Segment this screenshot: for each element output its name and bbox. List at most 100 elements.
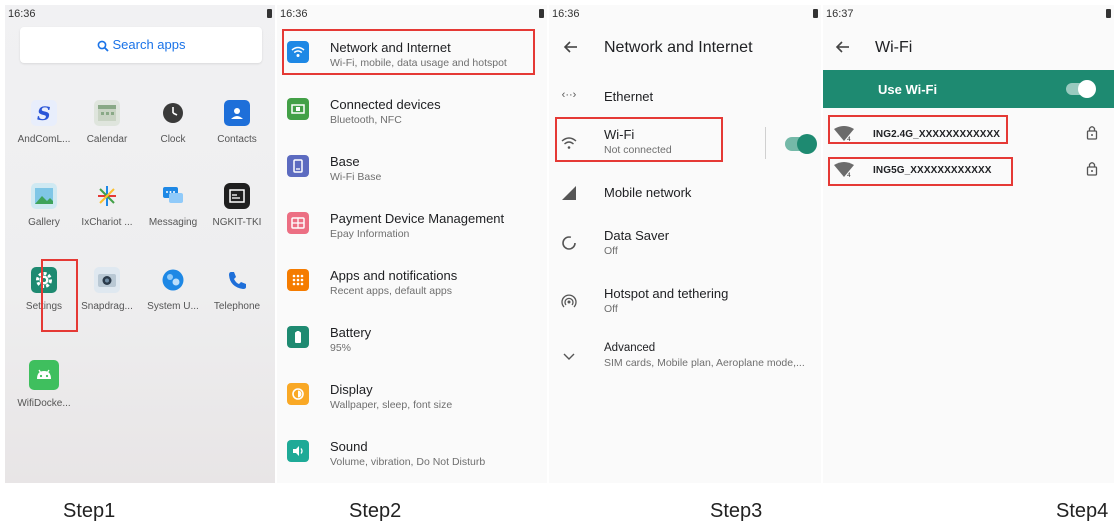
settings-item-subtitle: Bluetooth, NFC — [330, 114, 402, 126]
network-item-data-saver[interactable]: Data Saver Off — [549, 219, 821, 267]
highlight-wifi — [555, 117, 723, 162]
settings-item-subtitle: Recent apps, default apps — [330, 285, 453, 297]
app-ngkit-tki[interactable]: NGKIT-TKI — [207, 183, 267, 228]
app-label: WifiDocke... — [17, 398, 71, 409]
back-arrow-icon[interactable] — [835, 39, 851, 60]
app-clock[interactable]: Clock — [143, 100, 203, 145]
data-saver-icon — [559, 233, 579, 253]
app-label: Contacts — [217, 134, 257, 145]
device-icon — [287, 155, 309, 177]
settings-item-title: Base — [330, 154, 360, 169]
app-wifidocker[interactable]: WifiDocke... — [14, 360, 74, 409]
brightness-icon — [287, 383, 309, 405]
andcoml-app-icon: S — [31, 100, 57, 126]
settings-item-base[interactable]: Base Wi-Fi Base — [277, 141, 547, 197]
network-item-title: Ethernet — [604, 89, 654, 104]
app-calendar[interactable]: Calendar — [77, 100, 137, 145]
back-arrow-icon[interactable] — [563, 39, 579, 60]
chevron-down-icon — [559, 347, 579, 367]
network-item-advanced[interactable]: Advanced SIM cards, Mobile plan, Aeropla… — [549, 333, 821, 379]
messaging-app-icon — [160, 183, 186, 209]
settings-item-title: Sound — [330, 439, 368, 454]
step-caption-3: Step3 — [710, 500, 763, 522]
payment-icon — [287, 212, 309, 234]
network-item-subtitle: Off — [604, 303, 618, 315]
wifi-screen: 16:37 Wi-Fi Use Wi-Fi 4 ING2.4G_XXXXXXXX… — [823, 5, 1114, 483]
svg-text:S: S — [37, 103, 51, 124]
app-snapdragon[interactable]: Snapdrag... — [77, 267, 137, 312]
connected-devices-icon — [287, 98, 309, 120]
status-time: 16:36 — [8, 8, 36, 20]
highlight-network — [282, 29, 535, 75]
use-wifi-label: Use Wi-Fi — [878, 82, 938, 97]
gallery-app-icon — [31, 183, 57, 209]
app-andcoml[interactable]: S AndComL... — [14, 100, 74, 145]
network-item-ethernet[interactable]: ‹··› Ethernet — [549, 77, 821, 113]
status-bar: 16:36 — [277, 5, 547, 23]
app-contacts[interactable]: Contacts — [207, 100, 267, 145]
search-apps-label: Search apps — [112, 37, 186, 52]
app-ixchariot[interactable]: IxChariot ... — [77, 183, 137, 228]
search-icon — [97, 40, 109, 52]
camera-app-icon — [94, 267, 120, 293]
settings-screen: 16:36 Network and Internet Wi-Fi, mobile… — [277, 5, 547, 483]
search-apps-bar[interactable]: Search apps — [20, 27, 262, 63]
app-label: Telephone — [213, 301, 261, 312]
settings-item-title: Battery — [330, 325, 372, 340]
system-ui-app-icon — [160, 267, 186, 293]
use-wifi-bar[interactable]: Use Wi-Fi — [823, 70, 1114, 108]
step-caption-1: Step1 — [63, 500, 116, 522]
settings-item-connected-devices[interactable]: Connected devices Bluetooth, NFC — [277, 84, 547, 140]
app-system-ui[interactable]: System U... — [143, 267, 203, 312]
status-time: 16:36 — [280, 8, 308, 20]
settings-item-subtitle: Wi-Fi Base — [330, 171, 382, 183]
volume-icon — [287, 440, 309, 462]
settings-item-title: Display — [330, 382, 373, 397]
settings-item-payment[interactable]: Payment Device Management Epay Informati… — [277, 198, 547, 254]
app-messaging[interactable]: Messaging — [143, 183, 203, 228]
ethernet-icon: ‹··› — [561, 89, 577, 101]
status-bar: 16:36 — [549, 5, 821, 23]
app-label: Clock — [160, 134, 186, 145]
settings-item-title: Apps and notifications — [330, 268, 458, 283]
hotspot-icon — [559, 291, 579, 311]
app-gallery[interactable]: Gallery — [14, 183, 74, 228]
apps-grid-icon — [287, 269, 309, 291]
settings-item-battery[interactable]: Battery 95% — [277, 312, 547, 368]
step-caption-2: Step2 — [349, 500, 402, 522]
settings-item-sound[interactable]: Sound Volume, vibration, Do Not Disturb — [277, 426, 547, 482]
highlight-network-2 — [828, 157, 1013, 186]
divider — [765, 127, 766, 159]
status-bar: 16:37 — [823, 5, 1114, 23]
app-label: AndComL... — [17, 134, 71, 145]
step-caption-4: Step4 — [1056, 500, 1109, 522]
highlight-network-1 — [828, 115, 1008, 144]
battery-icon — [539, 9, 544, 18]
battery-icon — [287, 326, 309, 348]
ixchariot-app-icon — [94, 183, 120, 209]
settings-item-display[interactable]: Display Wallpaper, sleep, font size — [277, 369, 547, 425]
calendar-app-icon — [94, 100, 120, 126]
lock-icon — [1086, 126, 1098, 140]
network-item-mobile[interactable]: Mobile network — [549, 173, 821, 211]
wifi-toggle[interactable] — [785, 134, 817, 154]
status-time: 16:36 — [552, 8, 580, 20]
clock-app-icon — [160, 100, 186, 126]
network-item-hotspot[interactable]: Hotspot and tethering Off — [549, 277, 821, 325]
settings-item-subtitle: Epay Information — [330, 228, 410, 240]
network-item-title: Advanced — [604, 342, 656, 354]
network-item-subtitle: Off — [604, 245, 618, 257]
terminal-app-icon — [224, 183, 250, 209]
toggle-knob — [1078, 80, 1096, 98]
settings-item-subtitle: Wallpaper, sleep, font size — [330, 399, 453, 411]
settings-item-title: Payment Device Management — [330, 211, 505, 226]
app-label: Gallery — [28, 217, 60, 228]
page-title: Network and Internet — [604, 39, 753, 56]
app-drawer-screen: 16:36 Search apps S AndComL... Calendar … — [5, 5, 275, 483]
settings-item-subtitle: Volume, vibration, Do Not Disturb — [330, 456, 486, 468]
settings-item-apps[interactable]: Apps and notifications Recent apps, defa… — [277, 255, 547, 311]
app-telephone[interactable]: Telephone — [207, 267, 267, 312]
contacts-app-icon — [224, 100, 250, 126]
use-wifi-toggle[interactable] — [1066, 80, 1096, 98]
lock-icon — [1086, 162, 1098, 176]
